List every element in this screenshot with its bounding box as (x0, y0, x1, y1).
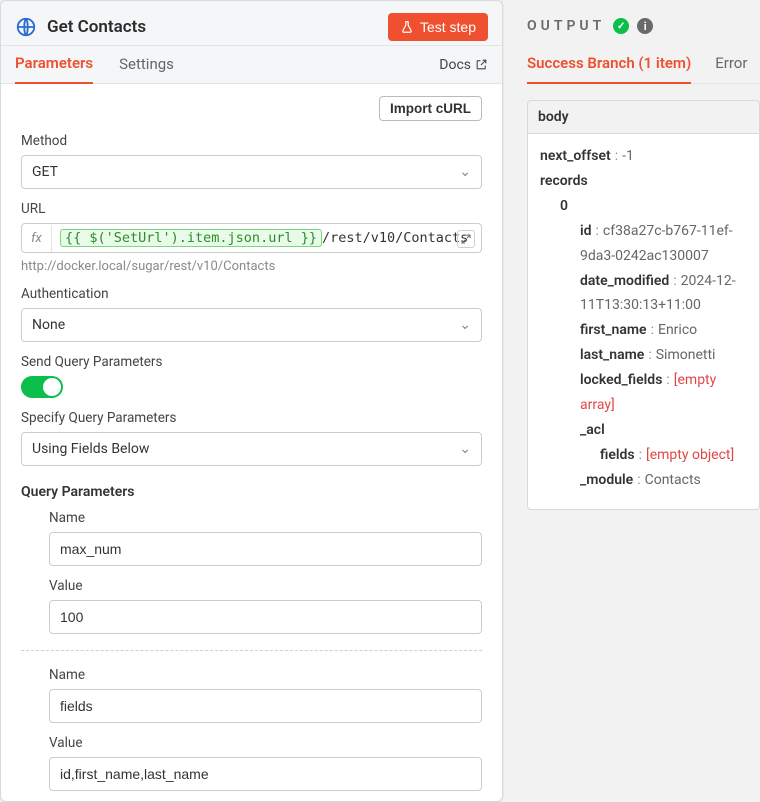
body-heading: body (527, 100, 760, 134)
url-suffix: /rest/v10/Contacts (322, 230, 468, 246)
output-label: OUTPUT (527, 18, 605, 34)
json-row: locked_fields:[empty array] (536, 368, 751, 418)
error-branch-tab[interactable]: Error (715, 48, 747, 83)
success-status-icon (613, 18, 629, 34)
chevron-down-icon: ⌄ (459, 317, 471, 333)
config-panel: Get Contacts Test step Parameters Settin… (0, 0, 503, 802)
globe-icon (15, 16, 37, 38)
json-row: fields:[empty object] (536, 443, 751, 468)
test-step-label: Test step (420, 19, 476, 35)
expand-icon[interactable] (457, 230, 475, 248)
qparam-block-1: Name Value (49, 667, 482, 791)
docs-link[interactable]: Docs (439, 49, 488, 81)
url-input[interactable]: fx {{ $('SetUrl').item.json.url }}/rest/… (21, 223, 482, 253)
json-row: records (536, 169, 751, 194)
url-expression: {{ $('SetUrl').item.json.url }}/rest/v10… (52, 224, 481, 252)
qparams-head: Query Parameters (21, 484, 482, 500)
json-row: _module:Contacts (536, 468, 751, 493)
output-header: OUTPUT i (527, 18, 760, 34)
import-curl-button[interactable]: Import cURL (379, 96, 482, 121)
tab-parameters[interactable]: Parameters (15, 46, 93, 84)
method-select[interactable]: GET ⌄ (21, 155, 482, 189)
chevron-down-icon: ⌄ (459, 441, 471, 457)
qparam1-name-label: Name (49, 667, 482, 683)
qparam0-value-label: Value (49, 578, 482, 594)
fx-icon: fx (22, 225, 52, 252)
auth-select[interactable]: None ⌄ (21, 308, 482, 342)
sqp-label: Send Query Parameters (21, 354, 482, 370)
json-row: _acl (536, 418, 751, 443)
json-row: 0 (536, 194, 751, 219)
send-query-toggle[interactable] (21, 376, 63, 398)
auth-value: None (32, 317, 65, 333)
auth-label: Authentication (21, 286, 482, 302)
test-step-button[interactable]: Test step (388, 13, 488, 41)
qparam-block-0: Name Value (49, 510, 482, 634)
external-link-icon (475, 58, 488, 71)
panel-title: Get Contacts (47, 17, 378, 37)
docs-label: Docs (439, 57, 471, 73)
qparam0-name-input[interactable] (49, 532, 482, 566)
import-row: Import cURL (21, 96, 482, 121)
json-row: last_name:Simonetti (536, 343, 751, 368)
specify-select[interactable]: Using Fields Below ⌄ (21, 432, 482, 466)
output-tabs: Success Branch (1 item) Error (527, 48, 760, 84)
success-branch-tab[interactable]: Success Branch (1 item) (527, 48, 691, 84)
config-tabs: Parameters Settings Docs (1, 46, 502, 84)
json-row: id:cf38a27c-b767-11ef-9da3-0242ac130007 (536, 219, 751, 269)
qparam0-name-label: Name (49, 510, 482, 526)
json-row: date_modified:2024-12-11T13:30:13+11:00 (536, 269, 751, 319)
url-expr-chip: {{ $('SetUrl').item.json.url }} (60, 229, 322, 247)
json-row: next_offset:-1 (536, 144, 751, 169)
form-scroll[interactable]: Import cURL Method GET ⌄ URL fx {{ $('Se… (1, 84, 502, 801)
info-icon[interactable]: i (637, 18, 653, 34)
tab-settings[interactable]: Settings (119, 47, 174, 83)
flask-icon (400, 20, 414, 34)
qparam1-value-label: Value (49, 735, 482, 751)
chevron-down-icon: ⌄ (459, 164, 471, 180)
method-label: Method (21, 133, 482, 149)
qparam1-value-input[interactable] (49, 757, 482, 791)
specify-label: Specify Query Parameters (21, 410, 482, 426)
qparam1-name-input[interactable] (49, 689, 482, 723)
app-root: Get Contacts Test step Parameters Settin… (0, 0, 760, 802)
toggle-knob (43, 378, 61, 396)
qparam0-value-input[interactable] (49, 600, 482, 634)
url-label: URL (21, 201, 482, 217)
json-row: first_name:Enrico (536, 318, 751, 343)
output-panel: OUTPUT i Success Branch (1 item) Error b… (503, 0, 760, 802)
panel-header: Get Contacts Test step (1, 1, 502, 46)
qparam-separator (21, 650, 482, 651)
url-resolved: http://docker.local/sugar/rest/v10/Conta… (21, 259, 482, 274)
specify-value: Using Fields Below (32, 441, 149, 457)
method-value: GET (32, 164, 58, 180)
json-output[interactable]: next_offset:-1 records 0 id:cf38a27c-b76… (527, 134, 760, 510)
